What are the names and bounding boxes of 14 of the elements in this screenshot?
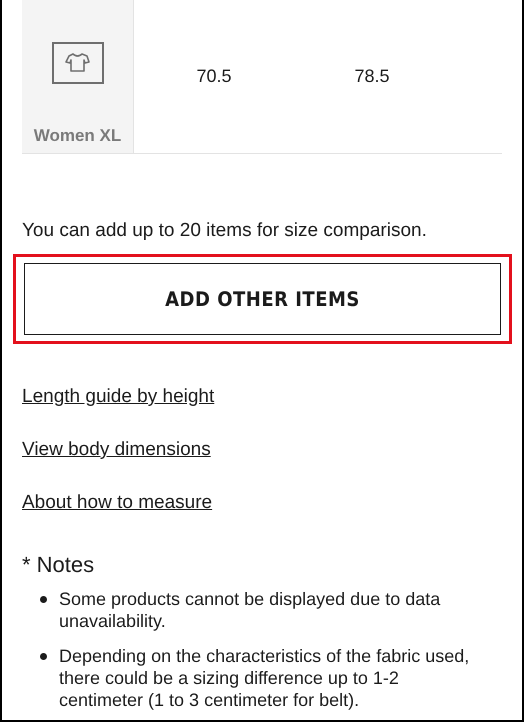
- table-cell-text: 70.5: [195, 64, 233, 88]
- guide-link[interactable]: Length guide by height: [22, 386, 214, 408]
- guide-link[interactable]: About how to measure: [22, 492, 212, 514]
- note-text: Depending on the characteristics of the fabric used, there could be a sizing difference up to 1-2 centimeter (1 to 3 centimeter for belt).: [59, 646, 470, 710]
- notes-heading: * Notes: [22, 552, 96, 578]
- bullet-icon: [40, 653, 47, 660]
- tshirt-icon: [52, 42, 104, 84]
- note-text: Some products cannot be displayed due to data unavailability.: [59, 589, 440, 631]
- guide-link[interactable]: View body dimensions: [22, 439, 211, 461]
- table-cell-text: 78.5: [353, 64, 391, 88]
- size-label: Women XL: [34, 126, 122, 146]
- add-items-button[interactable]: ADD OTHER ITEMS: [24, 263, 501, 335]
- bullet-icon: [40, 596, 47, 603]
- comparison-note: You can add up to 20 items for size comparison.: [22, 220, 428, 242]
